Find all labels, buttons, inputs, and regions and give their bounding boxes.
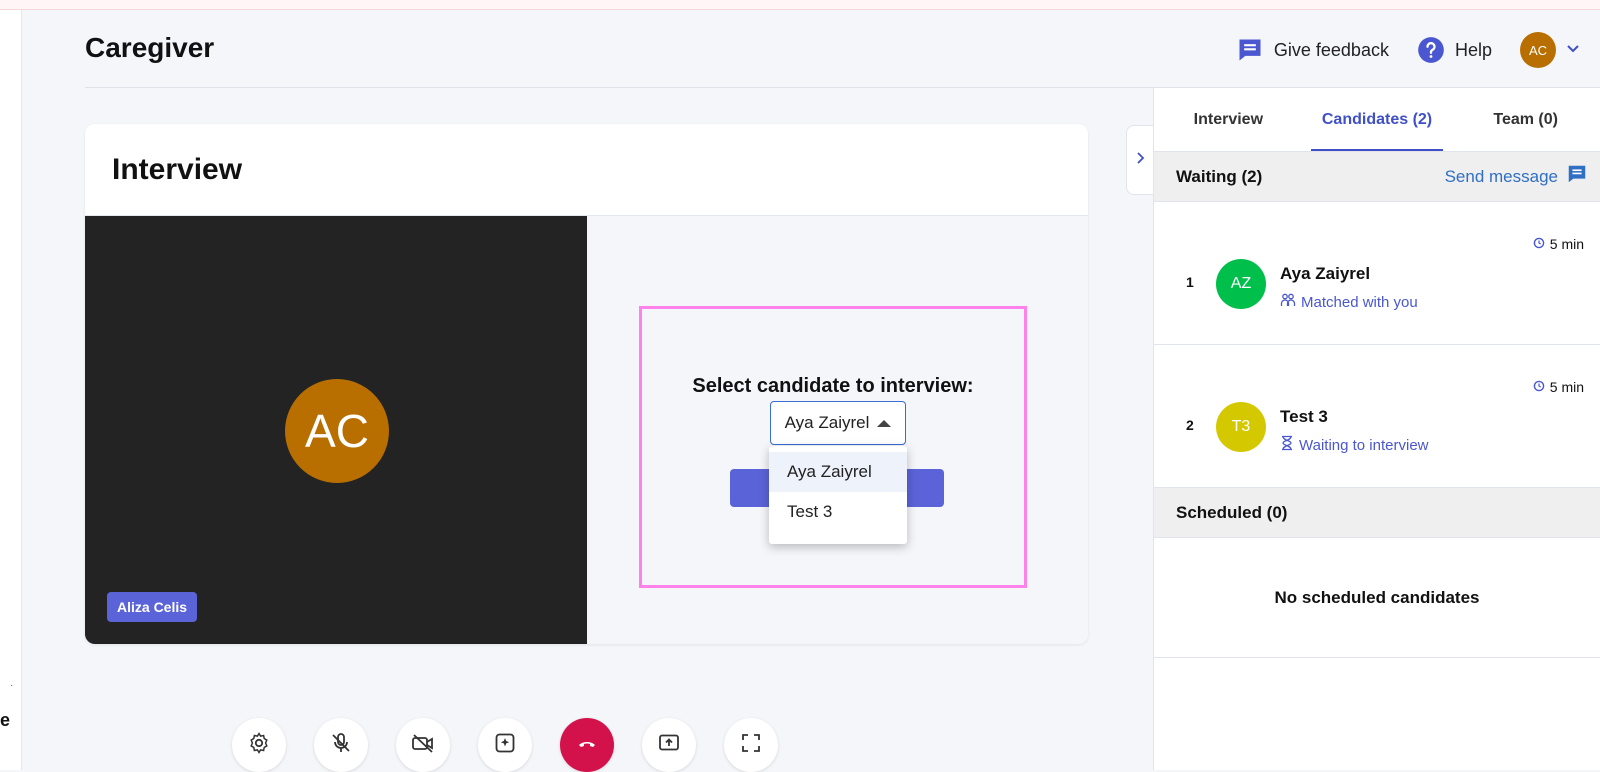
candidate-avatar: AZ: [1216, 259, 1266, 309]
candidate-select-value: Aya Zaiyrel: [784, 413, 870, 432]
send-message-label: Send message: [1444, 166, 1558, 186]
end-call-button[interactable]: [560, 718, 614, 772]
candidate-wait-time: 5 min: [1533, 236, 1584, 252]
camera-toggle-button[interactable]: [396, 718, 450, 772]
send-message-button[interactable]: Send message: [1445, 163, 1588, 190]
give-feedback-label: Give feedback: [1273, 39, 1389, 60]
clock-icon: [1533, 236, 1545, 252]
side-panel: Interview Candidates (2) Team (0) Waitin…: [1153, 88, 1600, 770]
page-header: Caregiver Give feedback Help AC: [85, 10, 1600, 88]
fullscreen-icon: [740, 732, 762, 759]
share-screen-icon: [657, 731, 681, 760]
dropdown-option[interactable]: Test 3: [769, 492, 907, 532]
candidate-status: Waiting to interview: [1280, 435, 1429, 455]
candidate-index: 1: [1186, 274, 1194, 290]
side-panel-tabs: Interview Candidates (2) Team (0): [1154, 88, 1600, 152]
self-name-tag: Aliza Celis: [107, 592, 198, 622]
candidate-avatar: T3: [1216, 402, 1266, 452]
candidate-row[interactable]: 5 min 1 AZ Aya Zaiyrel Matched with you: [1154, 202, 1600, 345]
message-icon: [1566, 163, 1588, 190]
give-feedback-button[interactable]: Give feedback: [1236, 36, 1389, 64]
tab-interview[interactable]: Interview: [1154, 88, 1303, 151]
match-icon: [1280, 292, 1296, 312]
help-button[interactable]: Help: [1417, 36, 1492, 64]
scheduled-section-header: Scheduled (0): [1154, 488, 1600, 538]
call-controls: [232, 718, 778, 772]
select-candidate-label: Select candidate to interview:: [692, 375, 974, 397]
candidate-name: Test 3: [1280, 407, 1328, 426]
collapse-panel-toggle[interactable]: [1126, 125, 1154, 195]
scheduled-title: Scheduled (0): [1176, 502, 1288, 522]
candidate-name: Aya Zaiyrel: [1280, 264, 1371, 283]
tab-candidates[interactable]: Candidates (2): [1303, 88, 1452, 151]
fullscreen-button[interactable]: [724, 718, 778, 772]
settings-button[interactable]: [232, 718, 286, 772]
mute-microphone-button[interactable]: [314, 718, 368, 772]
avatar: AC: [1520, 32, 1556, 68]
candidate-row[interactable]: 5 min 2 T3 Test 3 Waiting to interview: [1154, 345, 1600, 488]
mic-off-icon: [329, 731, 353, 760]
candidate-wait-time: 5 min: [1533, 379, 1584, 395]
camera-off-icon: [410, 731, 436, 760]
feedback-icon: [1236, 36, 1264, 64]
candidate-index: 2: [1186, 417, 1194, 433]
effects-icon: [493, 731, 517, 760]
scheduled-empty-message: No scheduled candidates: [1154, 538, 1600, 658]
share-screen-button[interactable]: [642, 718, 696, 772]
candidate-select-area: Select candidate to interview: Aya Zaiyr…: [587, 216, 1088, 644]
end-call-icon: [575, 731, 599, 760]
self-avatar: AC: [285, 379, 389, 483]
candidate-wait-value: 5 min: [1549, 236, 1584, 252]
left-rail: · e: [0, 10, 22, 770]
waiting-title: Waiting (2): [1176, 166, 1263, 186]
help-label: Help: [1454, 39, 1492, 60]
header-actions: Give feedback Help AC: [1236, 32, 1580, 68]
candidate-status-text: Matched with you: [1301, 293, 1418, 311]
candidate-select[interactable]: Aya Zaiyrel: [770, 401, 906, 445]
chevron-right-icon: [1135, 151, 1145, 170]
self-video-tile: AC Aliza Celis: [85, 216, 587, 644]
rail-text-fragment: e: [0, 710, 11, 730]
settings-icon: [247, 731, 271, 760]
page-title: Caregiver: [85, 32, 215, 63]
chevron-down-icon: [1566, 41, 1580, 59]
clock-icon: [1533, 379, 1545, 395]
candidate-select-panel: Select candidate to interview: Aya Zaiyr…: [639, 306, 1027, 588]
dropdown-option[interactable]: Aya Zaiyrel: [769, 452, 907, 492]
help-icon: [1417, 36, 1445, 64]
interview-card-header: Interview: [85, 124, 1088, 216]
interview-card: Interview AC Aliza Celis Select candidat…: [85, 124, 1088, 644]
rail-dot: ·: [10, 680, 14, 691]
candidate-status: Matched with you: [1280, 292, 1418, 312]
candidate-status-text: Waiting to interview: [1299, 436, 1429, 454]
tab-team[interactable]: Team (0): [1451, 88, 1600, 151]
interview-card-title: Interview: [112, 152, 243, 186]
waiting-section-header: Waiting (2) Send message: [1154, 152, 1600, 202]
hourglass-icon: [1280, 435, 1294, 455]
top-strip: [0, 0, 1600, 10]
candidate-wait-value: 5 min: [1549, 379, 1584, 395]
user-menu[interactable]: AC: [1520, 32, 1580, 68]
candidate-dropdown: Aya Zaiyrel Test 3: [769, 446, 907, 544]
caret-up-icon: [877, 419, 892, 427]
effects-button[interactable]: [478, 718, 532, 772]
